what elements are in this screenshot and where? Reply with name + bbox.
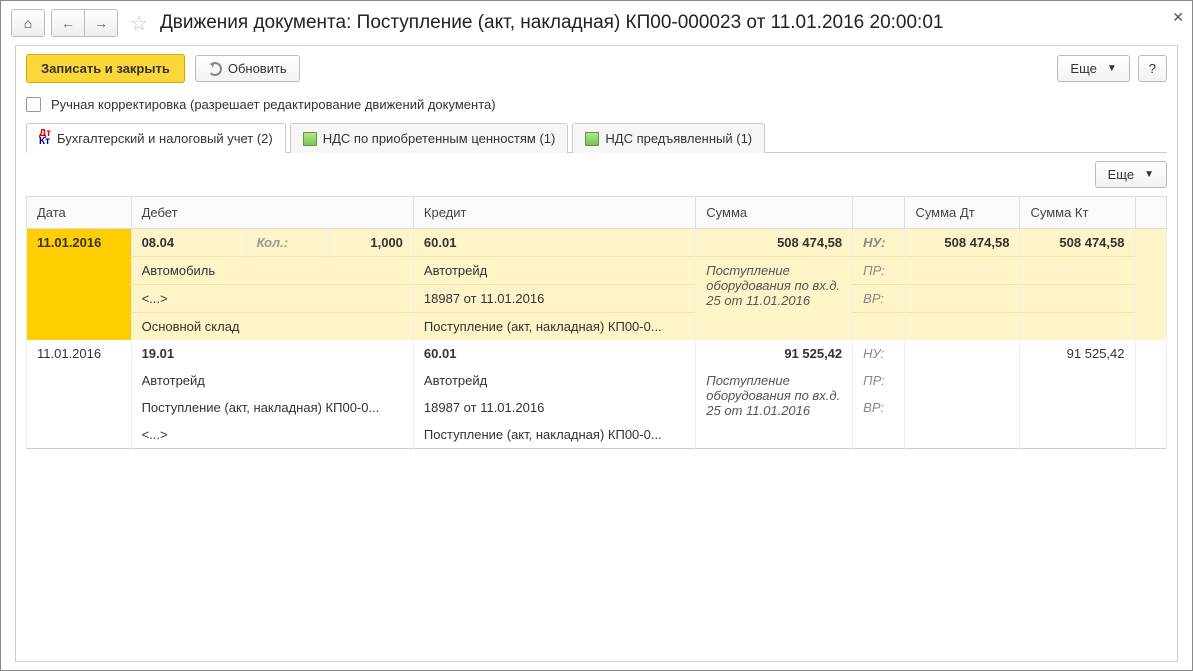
arrow-left-icon: ← xyxy=(61,15,75,31)
cell-tail xyxy=(1135,340,1167,449)
favorite-star-icon[interactable]: ☆ xyxy=(130,11,148,36)
cell-d1: Автомобиль xyxy=(131,257,413,285)
cell-debit-acc: 19.01 xyxy=(131,340,413,367)
table-row[interactable]: 11.01.2016 08.04 Кол.: 1,000 60.01 508 4… xyxy=(27,229,1167,341)
col-tail[interactable] xyxy=(1135,197,1167,229)
arrow-right-icon: → xyxy=(94,15,108,31)
cell-tag: НУ: xyxy=(853,340,905,367)
home-icon: ⌂ xyxy=(24,15,32,31)
right-buttons: Еще ▼ ? xyxy=(1057,55,1167,82)
cell-kol-label: Кол.: xyxy=(246,229,330,257)
cell-note: Поступление оборудования по вх.д. 25 от … xyxy=(696,367,853,449)
help-button[interactable]: ? xyxy=(1138,55,1167,82)
cell-c1: Автотрейд xyxy=(413,257,695,285)
tab-label: НДС предъявленный (1) xyxy=(605,131,752,146)
cell-sum: 508 474,58 xyxy=(696,229,853,257)
command-bar: Записать и закрыть Обновить Еще ▼ ? xyxy=(26,54,1167,83)
cell-debit-acc: 08.04 xyxy=(131,229,246,257)
cell-d2: Поступление (акт, накладная) КП00-0... xyxy=(131,394,413,421)
cell-kol-val: 1,000 xyxy=(330,229,414,257)
tabs: ДтКт Бухгалтерский и налоговый учет (2) … xyxy=(26,122,1167,153)
cell-date: 11.01.2016 xyxy=(27,340,132,449)
col-credit[interactable]: Кредит xyxy=(413,197,695,229)
tab-vat-purchased[interactable]: НДС по приобретенным ценностям (1) xyxy=(290,123,569,153)
tab-accounting[interactable]: ДтКт Бухгалтерский и налоговый учет (2) xyxy=(26,123,286,153)
cell-date: 11.01.2016 xyxy=(27,229,132,341)
refresh-button[interactable]: Обновить xyxy=(195,55,300,82)
cell-tag: ПР: xyxy=(853,257,905,285)
col-date[interactable]: Дата xyxy=(27,197,132,229)
col-debit[interactable]: Дебет xyxy=(131,197,413,229)
cell-tail xyxy=(1135,229,1167,341)
refresh-icon xyxy=(208,62,222,76)
cell-credit-acc: 60.01 xyxy=(413,340,695,367)
cell-sumkt: 508 474,58 xyxy=(1020,229,1135,257)
tab-label: НДС по приобретенным ценностям (1) xyxy=(323,131,556,146)
cell-sumdt xyxy=(905,340,1020,367)
cell-note: Поступление оборудования по вх.д. 25 от … xyxy=(696,257,853,341)
forward-button[interactable]: → xyxy=(84,9,118,37)
cell-c2: 18987 от 11.01.2016 xyxy=(413,394,695,421)
more-label: Еще xyxy=(1070,61,1096,76)
cell-tag: ВР: xyxy=(853,394,905,421)
titlebar: ⌂ ← → ☆ Движения документа: Поступление … xyxy=(3,3,1190,45)
tab-vat-presented[interactable]: НДС предъявленный (1) xyxy=(572,123,765,153)
table-row[interactable]: 11.01.2016 19.01 60.01 91 525,42 НУ: 91 … xyxy=(27,340,1167,449)
cell-sumdt: 508 474,58 xyxy=(905,229,1020,257)
more-label: Еще xyxy=(1108,167,1134,182)
tab-label: Бухгалтерский и налоговый учет (2) xyxy=(57,131,273,146)
dtkt-icon: ДтКт xyxy=(39,130,51,146)
page-title: Движения документа: Поступление (акт, на… xyxy=(160,12,944,34)
cell-d1: Автотрейд xyxy=(131,367,413,394)
col-blank[interactable] xyxy=(853,197,905,229)
col-sumkt[interactable]: Сумма Кт xyxy=(1020,197,1135,229)
cell-c3: Поступление (акт, накладная) КП00-0... xyxy=(413,421,695,449)
cell-c2: 18987 от 11.01.2016 xyxy=(413,285,695,313)
save-close-button[interactable]: Записать и закрыть xyxy=(26,54,185,83)
manual-correction-row: Ручная корректировка (разрешает редактир… xyxy=(26,97,1167,112)
cell-credit-acc: 60.01 xyxy=(413,229,695,257)
cell-c3: Поступление (акт, накладная) КП00-0... xyxy=(413,313,695,341)
nav-group: ← → xyxy=(51,9,118,37)
cell-sum: 91 525,42 xyxy=(696,340,853,367)
manual-correction-checkbox[interactable] xyxy=(26,97,41,112)
table-container: Дата Дебет Кредит Сумма Сумма Дт Сумма К… xyxy=(26,196,1167,626)
back-button[interactable]: ← xyxy=(51,9,85,37)
sheet-icon xyxy=(303,132,317,146)
sub-command-bar: Еще ▼ xyxy=(26,161,1167,188)
refresh-label: Обновить xyxy=(228,61,287,76)
cell-d3: Основной склад xyxy=(131,313,413,341)
chevron-down-icon: ▼ xyxy=(1144,169,1154,180)
movements-table: Дата Дебет Кредит Сумма Сумма Дт Сумма К… xyxy=(26,196,1167,449)
col-sumdt[interactable]: Сумма Дт xyxy=(905,197,1020,229)
cell-tag: ПР: xyxy=(853,367,905,394)
home-button[interactable]: ⌂ xyxy=(11,9,45,37)
app-window: ✕ ⌂ ← → ☆ Движения документа: Поступлени… xyxy=(0,0,1193,671)
cell-c1: Автотрейд xyxy=(413,367,695,394)
sheet-icon xyxy=(585,132,599,146)
chevron-down-icon: ▼ xyxy=(1107,63,1117,74)
table-more-button[interactable]: Еще ▼ xyxy=(1095,161,1167,188)
close-icon[interactable]: ✕ xyxy=(1172,9,1184,26)
manual-correction-label: Ручная корректировка (разрешает редактир… xyxy=(51,97,496,112)
cell-d3: <...> xyxy=(131,421,413,449)
col-sum[interactable]: Сумма xyxy=(696,197,853,229)
header-row: Дата Дебет Кредит Сумма Сумма Дт Сумма К… xyxy=(27,197,1167,229)
cell-d2: <...> xyxy=(131,285,413,313)
cell-sumkt: 91 525,42 xyxy=(1020,340,1135,367)
content-panel: Записать и закрыть Обновить Еще ▼ ? Ручн… xyxy=(15,45,1178,662)
cell-tag: НУ: xyxy=(853,229,905,257)
more-button[interactable]: Еще ▼ xyxy=(1057,55,1129,82)
cell-tag: ВР: xyxy=(853,285,905,313)
